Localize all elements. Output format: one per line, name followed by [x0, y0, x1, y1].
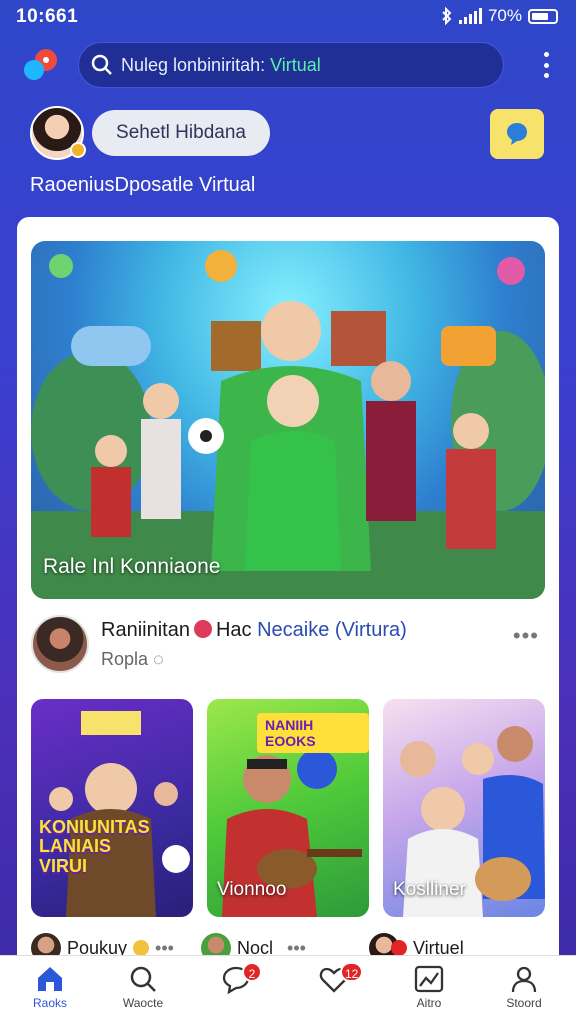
search-bar[interactable]: Nuleg lonbiniritah: Virtual: [78, 42, 504, 88]
search-icon: [130, 966, 156, 992]
battery-icon: [528, 8, 558, 24]
hero-banner[interactable]: Rale Inl Konniaone: [31, 241, 545, 599]
status-time: 10:661: [16, 6, 79, 27]
tile-community[interactable]: KONIUNITAS LANIAIS VIRUI: [31, 699, 193, 917]
post-subtitle-text: Roplа: [101, 649, 149, 669]
heart-badge-icon: [193, 620, 212, 638]
tile-music[interactable]: NANIIH EOOKS Vionnoo: [207, 699, 369, 917]
signal-icon: [458, 8, 482, 24]
emoji-icon: [133, 940, 150, 956]
app-logo-icon[interactable]: [20, 48, 60, 84]
check-circle-icon: ◌: [153, 649, 164, 669]
search-icon: [91, 54, 112, 75]
nav-messages[interactable]: 2: [196, 962, 276, 1020]
more-options-icon[interactable]: [542, 52, 550, 78]
search-text-plain: Nuleg lonbiniritah:: [121, 54, 266, 75]
chart-image-icon: [414, 965, 444, 993]
post-author-name[interactable]: Raniinitan: [101, 619, 190, 641]
nav-stats[interactable]: Aitro: [389, 964, 469, 1020]
search-text-highlight: Virtual: [270, 54, 321, 75]
post-header: Raniinitan Hac Necaike (Virtura) Roplа ◌ …: [31, 613, 545, 683]
tile-friends-label: Koslliner: [393, 879, 466, 900]
tile-friends[interactable]: Koslliner: [383, 699, 545, 917]
section-caption: RaoeniusDposatle Virtual: [30, 174, 256, 196]
tile-community-art: [49, 711, 190, 917]
nav-home[interactable]: Raoks: [10, 964, 90, 1020]
search-text: Nuleg lonbiniritah: Virtual: [121, 55, 321, 76]
nav-home-label: Raoks: [32, 996, 67, 1010]
chat-bubble-icon: [507, 123, 527, 145]
tile-community-banner: KONIUNITAS LANIAIS VIRUI: [39, 816, 150, 877]
nav-profile-label: Stoord: [506, 996, 542, 1010]
status-icons: 70%: [441, 6, 558, 26]
post-link[interactable]: Necaike (Virtura): [257, 619, 407, 641]
bottom-navigation: Raoks Waocte 2 12 Aitro Stoord: [0, 955, 576, 1025]
feed-card: Rale Inl Konniaone Raniinitan Hac Necaike…: [17, 217, 559, 977]
status-bar: 10:661 70%: [0, 0, 576, 34]
tile-music-label: Vionnoo: [217, 879, 287, 900]
profile-row: Sehetl Hibdana: [0, 104, 576, 164]
post-title: Raniinitan Hac Necaike (Virtura): [101, 619, 407, 642]
notification-dot-icon: [391, 940, 407, 956]
post-more-icon[interactable]: •••: [513, 623, 539, 649]
nav-likes[interactable]: 12: [294, 962, 374, 1020]
person-icon: [511, 966, 537, 993]
tile-grid: KONIUNITAS LANIAIS VIRUI NANIIH EOOKS Vi…: [31, 699, 545, 917]
chat-button[interactable]: [490, 109, 544, 159]
status-dot-icon: [70, 142, 86, 158]
profile-action-button[interactable]: Sehetl Hibdana: [92, 110, 270, 156]
post-tag: Hac: [215, 619, 252, 641]
messages-badge: 2: [242, 962, 262, 982]
hero-label: Rale Inl Konniaone: [43, 555, 221, 578]
top-bar: Nuleg lonbiniritah: Virtual: [0, 40, 576, 94]
hero-illustration: [31, 250, 545, 599]
battery-percent: 70%: [487, 6, 522, 25]
nav-search-label: Waocte: [122, 996, 164, 1010]
home-icon: [38, 967, 62, 991]
user-avatar[interactable]: [30, 106, 86, 160]
nav-stats-label: Aitro: [416, 996, 442, 1010]
tile-music-banner: NANIIH EOOKS: [257, 713, 369, 753]
likes-badge: 12: [340, 962, 364, 982]
bluetooth-icon: [442, 7, 452, 25]
post-author-avatar[interactable]: [31, 615, 89, 673]
post-subtitle: Roplа ◌: [101, 649, 164, 670]
nav-profile[interactable]: Stoord: [484, 964, 564, 1020]
nav-search[interactable]: Waocte: [103, 964, 183, 1020]
